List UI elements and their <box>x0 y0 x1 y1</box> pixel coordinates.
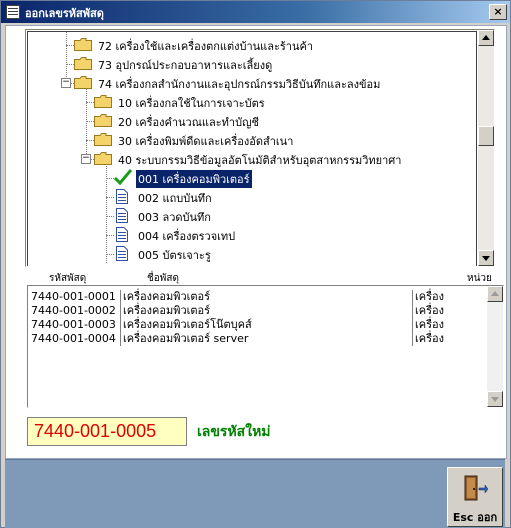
tree-node-label: 005 บัตรเจาะรู <box>138 249 211 262</box>
new-code-label: เลขรหัสใหม่ <box>197 424 271 440</box>
folder-icon <box>94 95 112 108</box>
close-button[interactable]: × <box>489 4 507 20</box>
row-unit: เครื่อง <box>412 290 444 304</box>
arrow-down-icon <box>491 397 499 402</box>
table-row[interactable]: 7440-001-0002 เครื่องคอมพิวเตอร์ เครื่อง <box>28 304 486 318</box>
folder-icon <box>74 76 92 89</box>
tree-scroll-up-button[interactable] <box>478 30 494 46</box>
folder-icon <box>94 133 112 146</box>
tree-scrollbar[interactable] <box>478 30 494 266</box>
row-name: เครื่องคอมพิวเตอร์ <box>120 290 210 304</box>
tree-node-label: 003 ลวดบันทึก <box>138 211 211 224</box>
row-unit: เครื่อง <box>412 318 444 332</box>
document-icon <box>116 227 128 242</box>
table-row[interactable]: 7440-001-0004 เครื่องคอมพิวเตอร์ server … <box>28 332 486 346</box>
exit-door-icon <box>464 475 489 501</box>
tree-guide-line <box>66 64 74 65</box>
footer-bar <box>5 459 505 528</box>
row-code: 7440-001-0001 <box>31 290 116 303</box>
row-unit: เครื่อง <box>412 304 444 318</box>
list-scroll-down-button[interactable] <box>487 391 503 407</box>
tree-node-label: 002 แถบบันทึก <box>138 192 212 205</box>
arrow-up-icon <box>482 35 490 40</box>
folder-icon <box>94 114 112 127</box>
header-code: รหัสพัสดุ <box>49 273 87 284</box>
title-bar: ออกเลขรหัสพัสดุ × <box>1 1 510 23</box>
tree-node-label: 001 เครื่องคอมพิวเตอร์ <box>136 170 252 188</box>
tree-guide-line <box>106 178 114 179</box>
table-row[interactable]: 7440-001-0003 เครื่องคอมพิวเตอร์โน๊ตบุคส… <box>28 318 486 332</box>
document-icon <box>116 189 128 204</box>
tree-node-label: 72 เครื่องใช้และเครื่องตกแต่งบ้านและร้าน… <box>98 40 314 53</box>
checkmark-icon <box>114 169 132 185</box>
tree-node-label: 74 เครื่องกลสำนักงานและอุปกรณ์กรรมวิธีบั… <box>98 78 381 91</box>
item-list[interactable]: 7440-001-0001 เครื่องคอมพิวเตอร์ เครื่อง… <box>27 285 504 408</box>
row-code: 7440-001-0003 <box>31 318 116 331</box>
tree-guide-line <box>86 102 94 103</box>
folder-icon <box>94 152 112 165</box>
tree-node-label: 73 อุปกรณ์ประกอบอาหารและเลี้ยงดู <box>98 59 273 72</box>
row-name: เครื่องคอมพิวเตอร์โน๊ตบุคส์ <box>120 318 252 332</box>
exit-button-label: Esc ออก <box>452 511 498 524</box>
row-code: 7440-001-0004 <box>31 332 116 345</box>
tree-node-label: 20 เครื่องคำนวณและทำบัญชี <box>118 116 259 129</box>
folder-icon <box>74 57 92 70</box>
row-name: เครื่องคอมพิวเตอร์ server <box>120 332 248 346</box>
list-scroll-up-button[interactable] <box>487 286 503 302</box>
row-name: เครื่องคอมพิวเตอร์ <box>120 304 210 318</box>
tree-guide-line <box>106 235 114 236</box>
tree-guide-line <box>86 140 94 141</box>
row-code: 7440-001-0002 <box>31 304 116 317</box>
tree-viewport: 72 เครื่องใช้และเครื่องตกแต่งบ้านและร้าน… <box>27 31 477 266</box>
arrow-down-icon <box>482 256 490 261</box>
tree-node-label: 10 เครื่องกลใช้ในการเจาะบัตร <box>118 97 265 110</box>
tree-node-label: 004 เครื่องตรวจเทป <box>138 230 236 243</box>
tree-node-label: 40 ระบบกรรมวิธีข้อมูลอัตโนมัติสำหรับอุตส… <box>118 154 402 167</box>
new-code-field: 7440-001-0005 <box>27 417 187 446</box>
document-icon <box>116 246 128 261</box>
folder-icon <box>74 38 92 51</box>
arrow-up-icon <box>491 291 499 296</box>
tree-scroll-down-button[interactable] <box>478 250 494 266</box>
document-icon <box>116 208 128 223</box>
category-tree[interactable]: 72 เครื่องใช้และเครื่องตกแต่งบ้านและร้าน… <box>25 29 495 267</box>
app-icon <box>6 5 20 19</box>
tree-collapse-toggle[interactable]: − <box>81 154 91 164</box>
tree-guide-line <box>106 197 114 198</box>
tree-guide-line <box>66 32 67 83</box>
list-scrollbar[interactable] <box>487 286 503 407</box>
row-unit: เครื่อง <box>412 332 444 346</box>
tree-guide-line <box>86 121 94 122</box>
main-window: ออกเลขรหัสพัสดุ × 72 เครื่องใช้และเครื่อ… <box>0 0 511 528</box>
tree-guide-line <box>66 45 74 46</box>
tree-collapse-toggle[interactable]: − <box>61 78 71 88</box>
exit-button[interactable]: Esc ออก <box>447 467 503 527</box>
tree-guide-line <box>106 254 114 255</box>
tree-guide-line <box>106 216 114 217</box>
header-unit: หน่วย <box>467 273 492 284</box>
header-name: ชื่อพัสดุ <box>147 273 179 284</box>
tree-node-label: 30 เครื่องพิมพ์ดีดและเครื่องอัดสำเนา <box>118 135 294 148</box>
tree-scroll-thumb[interactable] <box>478 126 494 146</box>
window-title: ออกเลขรหัสพัสดุ <box>25 7 104 20</box>
table-row[interactable]: 7440-001-0001 เครื่องคอมพิวเตอร์ เครื่อง <box>28 290 486 304</box>
